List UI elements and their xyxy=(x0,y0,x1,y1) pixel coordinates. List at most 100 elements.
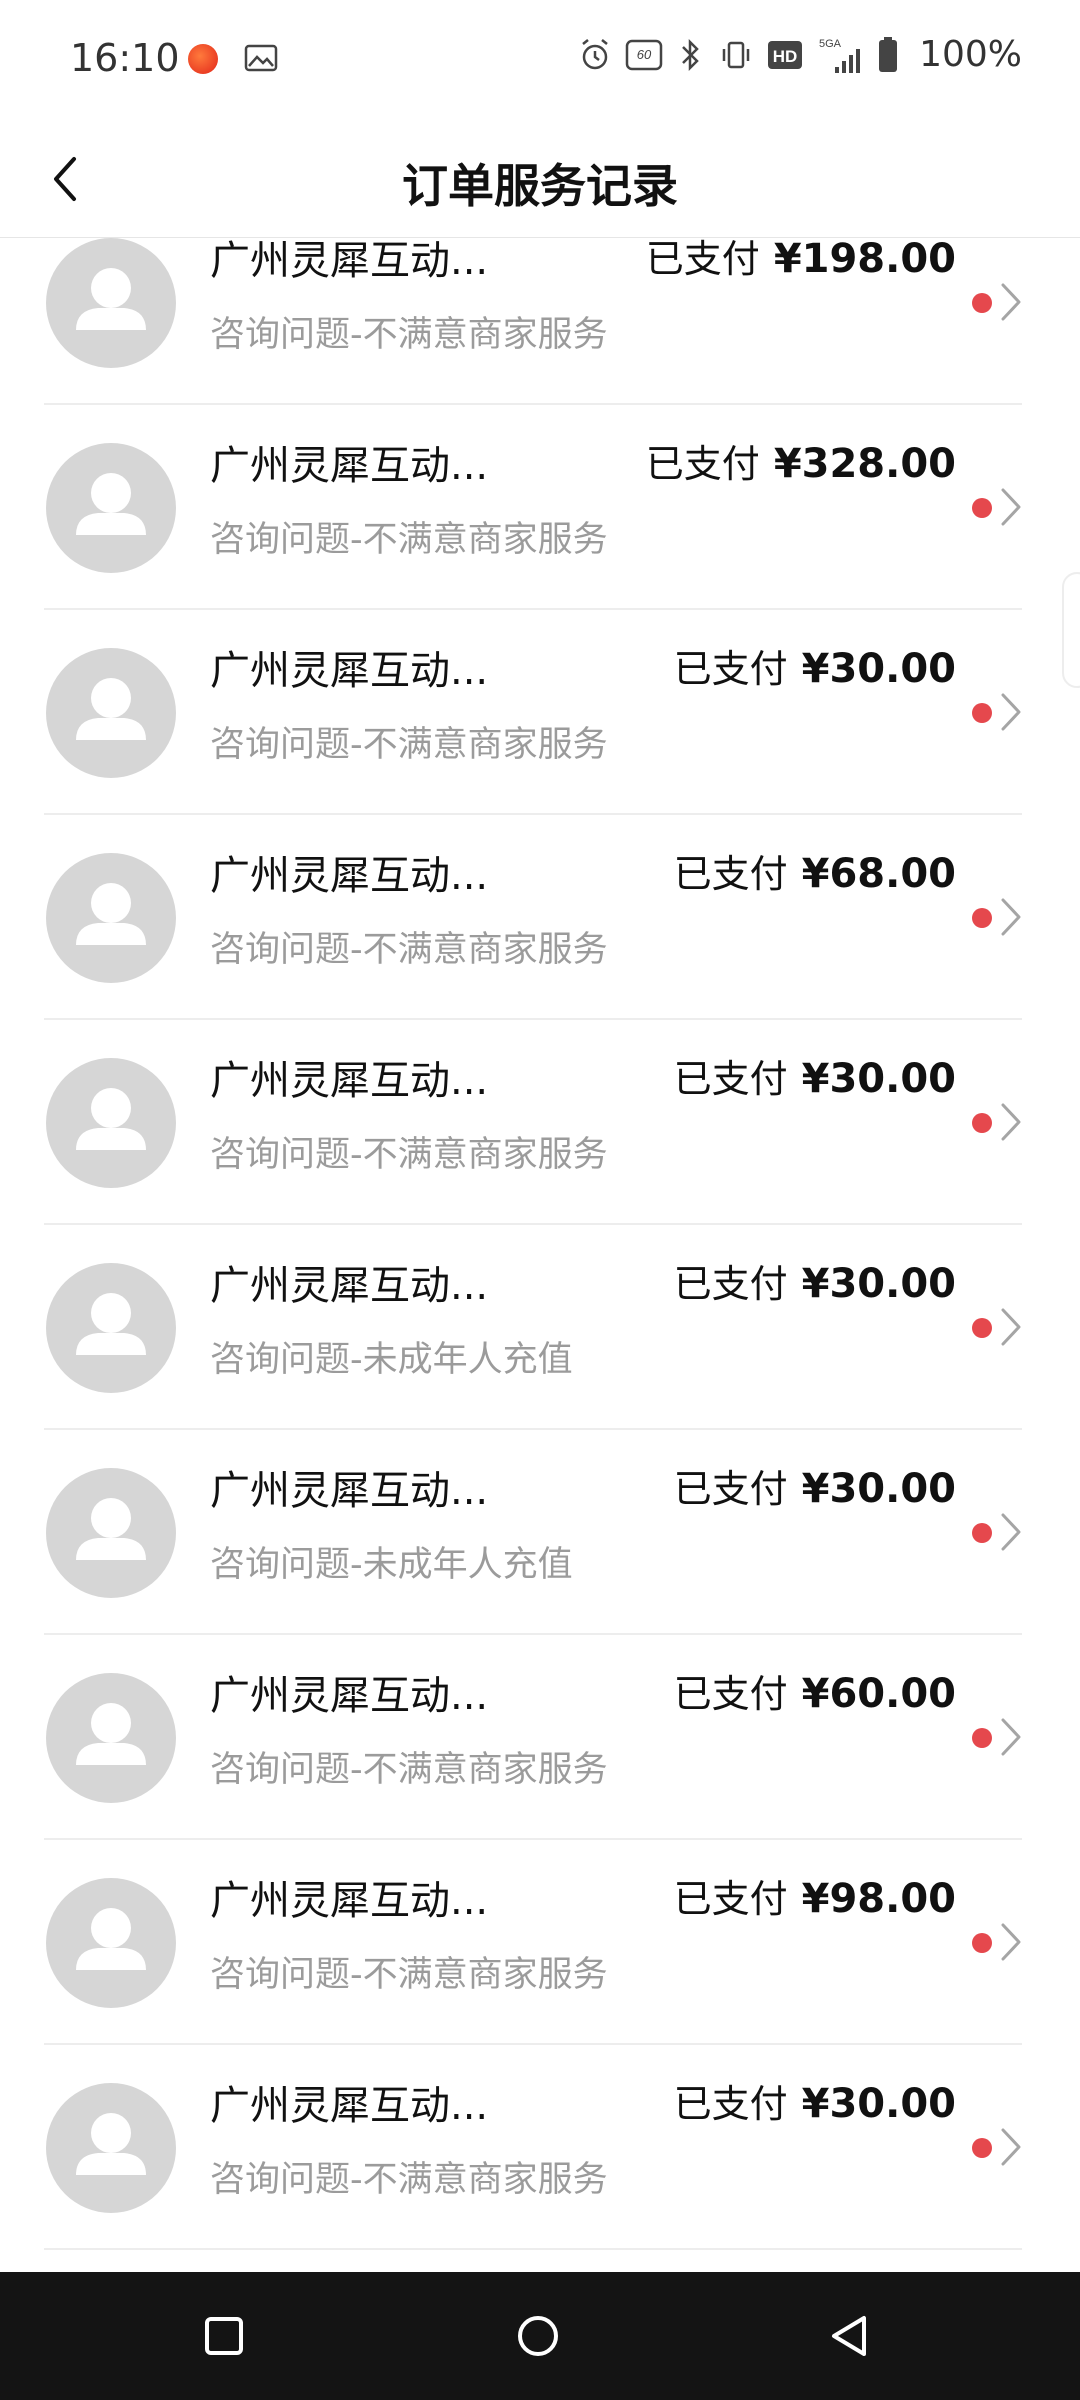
avatar xyxy=(46,1673,176,1803)
unread-dot xyxy=(972,1523,992,1543)
svg-text:5GA: 5GA xyxy=(819,38,842,50)
screen: 16:10 60 HD 5GA 100% 订单服务记录 广州灵犀互动... 咨询… xyxy=(0,0,1080,2400)
consult-topic: 咨询问题-不满意商家服务 xyxy=(210,725,608,765)
consult-topic: 咨询问题-不满意商家服务 xyxy=(210,1750,608,1790)
chevron-right-icon xyxy=(1001,898,1021,936)
payment-amount: ¥68.00 xyxy=(801,851,956,897)
chevron-right-icon xyxy=(1001,2128,1021,2166)
chevron-right-icon xyxy=(1001,1308,1021,1346)
payment-status: 已支付 xyxy=(673,1877,788,1921)
edge-handle[interactable] xyxy=(1062,572,1080,688)
payment-info: 已支付 ¥198.00 xyxy=(646,238,956,283)
order-row[interactable]: 广州灵犀互动... 咨询问题-未成年人充值 已支付 ¥30.00 xyxy=(0,1225,1080,1430)
unread-dot xyxy=(972,2138,992,2158)
consult-topic: 咨询问题-不满意商家服务 xyxy=(210,315,608,355)
home-icon xyxy=(518,2316,558,2356)
chevron-right-icon xyxy=(1001,693,1021,731)
unread-dot xyxy=(972,908,992,928)
user-placeholder-icon xyxy=(76,1908,146,1970)
order-row[interactable]: 广州灵犀互动... 咨询问题-不满意商家服务 已支付 ¥30.00 xyxy=(0,2045,1080,2250)
avatar xyxy=(46,238,176,368)
alarm-icon xyxy=(582,38,608,69)
order-row[interactable]: 广州灵犀互动... 咨询问题-不满意商家服务 已支付 ¥60.00 xyxy=(0,1635,1080,1840)
merchant-name: 广州灵犀互动... xyxy=(210,1263,489,1309)
consult-topic: 咨询问题-不满意商家服务 xyxy=(210,930,608,970)
nav-back-button[interactable] xyxy=(814,2300,886,2372)
order-row[interactable]: 广州灵犀互动... 咨询问题-不满意商家服务 已支付 ¥30.00 xyxy=(0,1020,1080,1225)
header: 订单服务记录 xyxy=(0,122,1080,238)
payment-amount: ¥30.00 xyxy=(801,1261,956,1307)
payment-info: 已支付 ¥30.00 xyxy=(674,2073,956,2128)
page-title: 订单服务记录 xyxy=(402,159,678,213)
user-placeholder-icon xyxy=(76,883,146,945)
order-row[interactable]: 广州灵犀互动... 咨询问题-不满意商家服务 已支付 ¥30.00 xyxy=(0,610,1080,815)
system-navigation-bar xyxy=(0,2272,1080,2400)
payment-info: 已支付 ¥68.00 xyxy=(674,843,956,898)
avatar xyxy=(46,1058,176,1188)
chevron-right-icon xyxy=(1001,1923,1021,1961)
avatar xyxy=(46,443,176,573)
chevron-right-icon xyxy=(1001,283,1021,321)
order-row[interactable]: 广州灵犀互动... 咨询问题-不满意商家服务 已支付 ¥328.00 xyxy=(0,405,1080,610)
user-placeholder-icon xyxy=(76,268,146,330)
vibrate-icon xyxy=(722,41,750,68)
order-list-content: 广州灵犀互动... 咨询问题-不满意商家服务 已支付 ¥198.00 广州灵犀互… xyxy=(0,238,1080,2250)
user-placeholder-icon xyxy=(76,1703,146,1765)
chevron-right-icon xyxy=(1001,1718,1021,1756)
unread-dot xyxy=(972,1728,992,1748)
payment-status: 已支付 xyxy=(673,1467,788,1511)
merchant-name: 广州灵犀互动... xyxy=(210,1878,489,1924)
order-row[interactable]: 广州灵犀互动... 咨询问题-不满意商家服务 已支付 ¥98.00 xyxy=(0,1840,1080,2045)
payment-amount: ¥98.00 xyxy=(801,1876,956,1922)
user-placeholder-icon xyxy=(76,1293,146,1355)
merchant-name: 广州灵犀互动... xyxy=(210,443,489,489)
battery-icon xyxy=(879,36,898,72)
unread-dot xyxy=(972,498,992,518)
payment-info: 已支付 ¥30.00 xyxy=(674,638,956,693)
merchant-name: 广州灵犀互动... xyxy=(210,238,489,284)
status-icons: 60 HD 5GA 100% xyxy=(579,34,1022,75)
payment-info: 已支付 ¥328.00 xyxy=(646,433,956,488)
unread-dot xyxy=(972,1933,992,1953)
merchant-name: 广州灵犀互动... xyxy=(210,1468,489,1514)
chevron-right-icon xyxy=(1001,488,1021,526)
payment-status: 已支付 xyxy=(673,1057,788,1101)
order-row[interactable]: 广州灵犀互动... 咨询问题-未成年人充值 已支付 ¥30.00 xyxy=(0,1430,1080,1635)
hd-icon: HD xyxy=(768,40,803,69)
payment-status: 已支付 xyxy=(673,647,788,691)
svg-text:60: 60 xyxy=(637,47,652,62)
battery-percentage: 100% xyxy=(919,34,1022,75)
consult-topic: 咨询问题-未成年人充值 xyxy=(210,1340,573,1380)
payment-status: 已支付 xyxy=(645,238,760,281)
avatar xyxy=(46,2083,176,2213)
payment-status: 已支付 xyxy=(673,2082,788,2126)
home-button[interactable] xyxy=(502,2300,574,2372)
order-list[interactable]: 广州灵犀互动... 咨询问题-不满意商家服务 已支付 ¥198.00 广州灵犀互… xyxy=(0,238,1080,2272)
payment-status: 已支付 xyxy=(673,1672,788,1716)
payment-info: 已支付 ¥30.00 xyxy=(674,1048,956,1103)
avatar xyxy=(46,1468,176,1598)
user-placeholder-icon xyxy=(76,678,146,740)
recent-apps-icon xyxy=(205,2317,243,2355)
gallery-icon xyxy=(244,44,278,72)
recent-apps-button[interactable] xyxy=(188,2300,260,2372)
consult-topic: 咨询问题-不满意商家服务 xyxy=(210,2160,608,2200)
order-row[interactable]: 广州灵犀互动... 咨询问题-不满意商家服务 已支付 ¥68.00 xyxy=(0,815,1080,1020)
avatar xyxy=(46,1263,176,1393)
payment-amount: ¥30.00 xyxy=(801,646,956,692)
payment-info: 已支付 ¥30.00 xyxy=(674,1458,956,1513)
user-placeholder-icon xyxy=(76,1088,146,1150)
avatar xyxy=(46,648,176,778)
order-row[interactable]: 广州灵犀互动... 咨询问题-不满意商家服务 已支付 ¥198.00 xyxy=(0,238,1080,405)
user-placeholder-icon xyxy=(76,2113,146,2175)
signal-5ga-icon: 5GA xyxy=(819,38,861,73)
refresh-rate-60hz-icon: 60 xyxy=(625,39,663,70)
merchant-name: 广州灵犀互动... xyxy=(210,2083,489,2129)
avatar xyxy=(46,1878,176,2008)
bluetooth-icon xyxy=(682,38,699,71)
merchant-name: 广州灵犀互动... xyxy=(210,853,489,899)
back-icon xyxy=(832,2316,866,2356)
payment-amount: ¥60.00 xyxy=(801,1671,956,1717)
chevron-right-icon xyxy=(1001,1103,1021,1141)
app-notification-icon xyxy=(188,44,218,74)
